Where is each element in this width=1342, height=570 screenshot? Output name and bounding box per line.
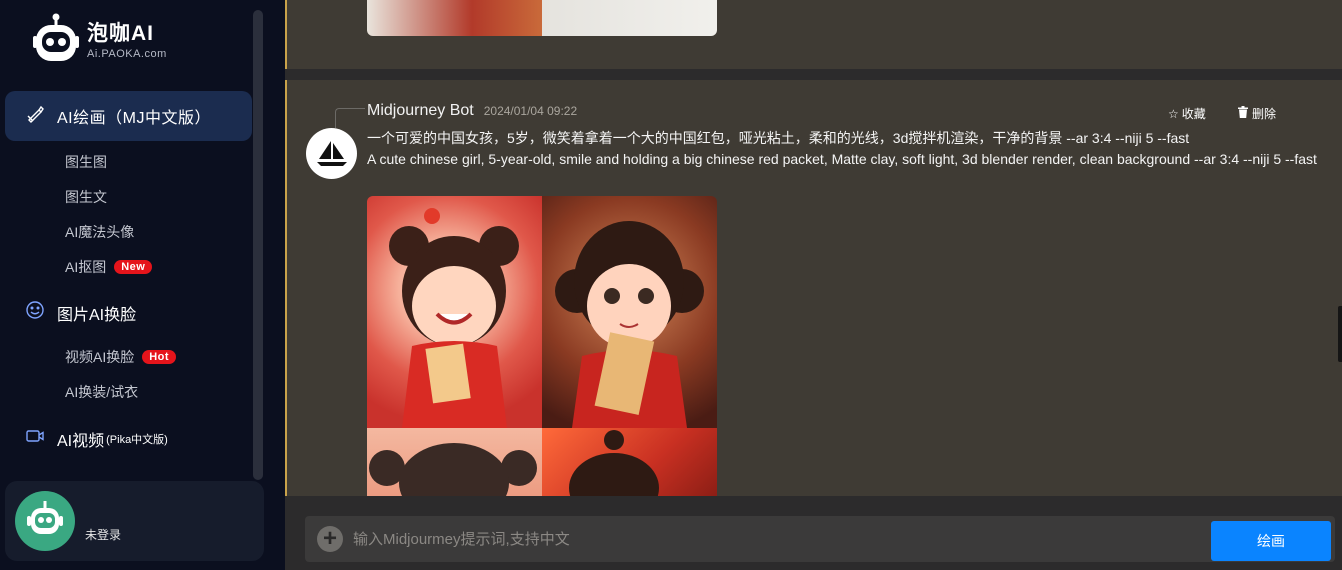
thread-accent-line xyxy=(285,80,287,496)
nav-ai-video[interactable]: AI视频 (Pika中文版) xyxy=(25,426,168,451)
robot-logo-icon xyxy=(33,12,79,64)
smile-icon xyxy=(25,300,45,325)
generated-image-grid[interactable] xyxy=(367,196,717,496)
message-divider xyxy=(285,69,1342,80)
video-icon xyxy=(25,426,45,451)
avatar xyxy=(15,491,75,551)
draw-button[interactable]: 绘画 xyxy=(1211,521,1331,561)
sidebar-item-magic-avatar[interactable]: AI魔法头像 xyxy=(65,222,134,242)
brush-icon xyxy=(25,104,45,129)
sailboat-icon[interactable] xyxy=(306,128,357,179)
sidebar-item-label: 视频AI换脸 xyxy=(65,349,135,365)
sidebar-item-label: AI抠图 xyxy=(65,259,107,275)
composer: + 绘画 xyxy=(285,496,1342,570)
nav-ai-video-label: AI视频 xyxy=(57,432,105,450)
sidebar-item-label: AI换装/试衣 xyxy=(65,384,139,400)
sidebar-item-cutout[interactable]: AI抠图 New xyxy=(65,257,153,277)
side-handle[interactable] xyxy=(1338,306,1342,362)
generated-image-4[interactable] xyxy=(542,428,717,496)
sidebar-scrollbar[interactable] xyxy=(253,10,263,480)
sidebar-item-outfit-swap[interactable]: AI换装/试衣 xyxy=(65,382,138,402)
previous-image-preview[interactable] xyxy=(367,0,717,36)
star-icon: ☆ xyxy=(1168,106,1179,121)
favorite-label: 收藏 xyxy=(1181,107,1206,121)
message-time: 2024/01/04 09:22 xyxy=(483,104,578,118)
login-status[interactable]: 未登录 xyxy=(85,526,121,543)
sidebar-item-video-face-swap[interactable]: 视频AI换脸 Hot xyxy=(65,347,177,367)
new-badge: New xyxy=(114,260,153,274)
sidebar-item-label: 图生图 xyxy=(65,154,107,170)
brand-name: 泡咖AI xyxy=(87,21,154,45)
nav-ai-video-suffix: (Pika中文版) xyxy=(106,433,168,446)
user-card[interactable]: 未登录 xyxy=(5,481,264,561)
sidebar: 泡咖AI Ai.PAOKA.com AI绘画（MJ中文版） 图生图 图生文 AI… xyxy=(0,0,285,570)
sidebar-item-img2img[interactable]: 图生图 xyxy=(65,152,107,172)
sidebar-item-label: 图生文 xyxy=(65,189,107,205)
reply-connector xyxy=(335,108,365,128)
bot-name: Midjourney Bot xyxy=(367,102,474,119)
prompt-english: A cute chinese girl, 5-year-old, smile a… xyxy=(367,151,1317,167)
brand-logo[interactable]: 泡咖AI Ai.PAOKA.com xyxy=(33,12,167,64)
nav-ai-painting[interactable]: AI绘画（MJ中文版） xyxy=(5,91,252,141)
generated-image-1[interactable] xyxy=(367,196,542,428)
prompt-chinese: 一个可爱的中国女孩，5岁，微笑着拿着一个大的中国红包，哑光粘土，柔和的光线，3d… xyxy=(367,130,1190,146)
generated-image-2[interactable] xyxy=(542,196,717,428)
generated-image-3[interactable] xyxy=(367,428,542,496)
add-icon[interactable]: + xyxy=(317,526,343,552)
nav-face-swap-label: 图片AI换脸 xyxy=(57,306,137,324)
sidebar-item-img2text[interactable]: 图生文 xyxy=(65,187,107,207)
nav-ai-painting-label: AI绘画（MJ中文版） xyxy=(57,110,211,127)
brand-domain: Ai.PAOKA.com xyxy=(87,47,167,60)
trash-icon xyxy=(1238,106,1248,121)
favorite-button[interactable]: ☆ 收藏 xyxy=(1168,105,1206,122)
chat-area: Midjourney Bot 2024/01/04 09:22 ☆ 收藏 删除 … xyxy=(285,0,1342,570)
prompt-text: 一个可爱的中国女孩，5岁，微笑着拿着一个大的中国红包，哑光粘土，柔和的光线，3d… xyxy=(367,128,1327,170)
delete-button[interactable]: 删除 xyxy=(1238,105,1276,122)
nav-face-swap[interactable]: 图片AI换脸 xyxy=(25,300,136,325)
prompt-input[interactable] xyxy=(353,516,1153,562)
composer-bar: + 绘画 xyxy=(305,516,1335,562)
delete-label: 删除 xyxy=(1252,107,1277,121)
thread-accent-line xyxy=(285,0,287,69)
hot-badge: Hot xyxy=(142,350,177,364)
sidebar-item-label: AI魔法头像 xyxy=(65,224,135,240)
